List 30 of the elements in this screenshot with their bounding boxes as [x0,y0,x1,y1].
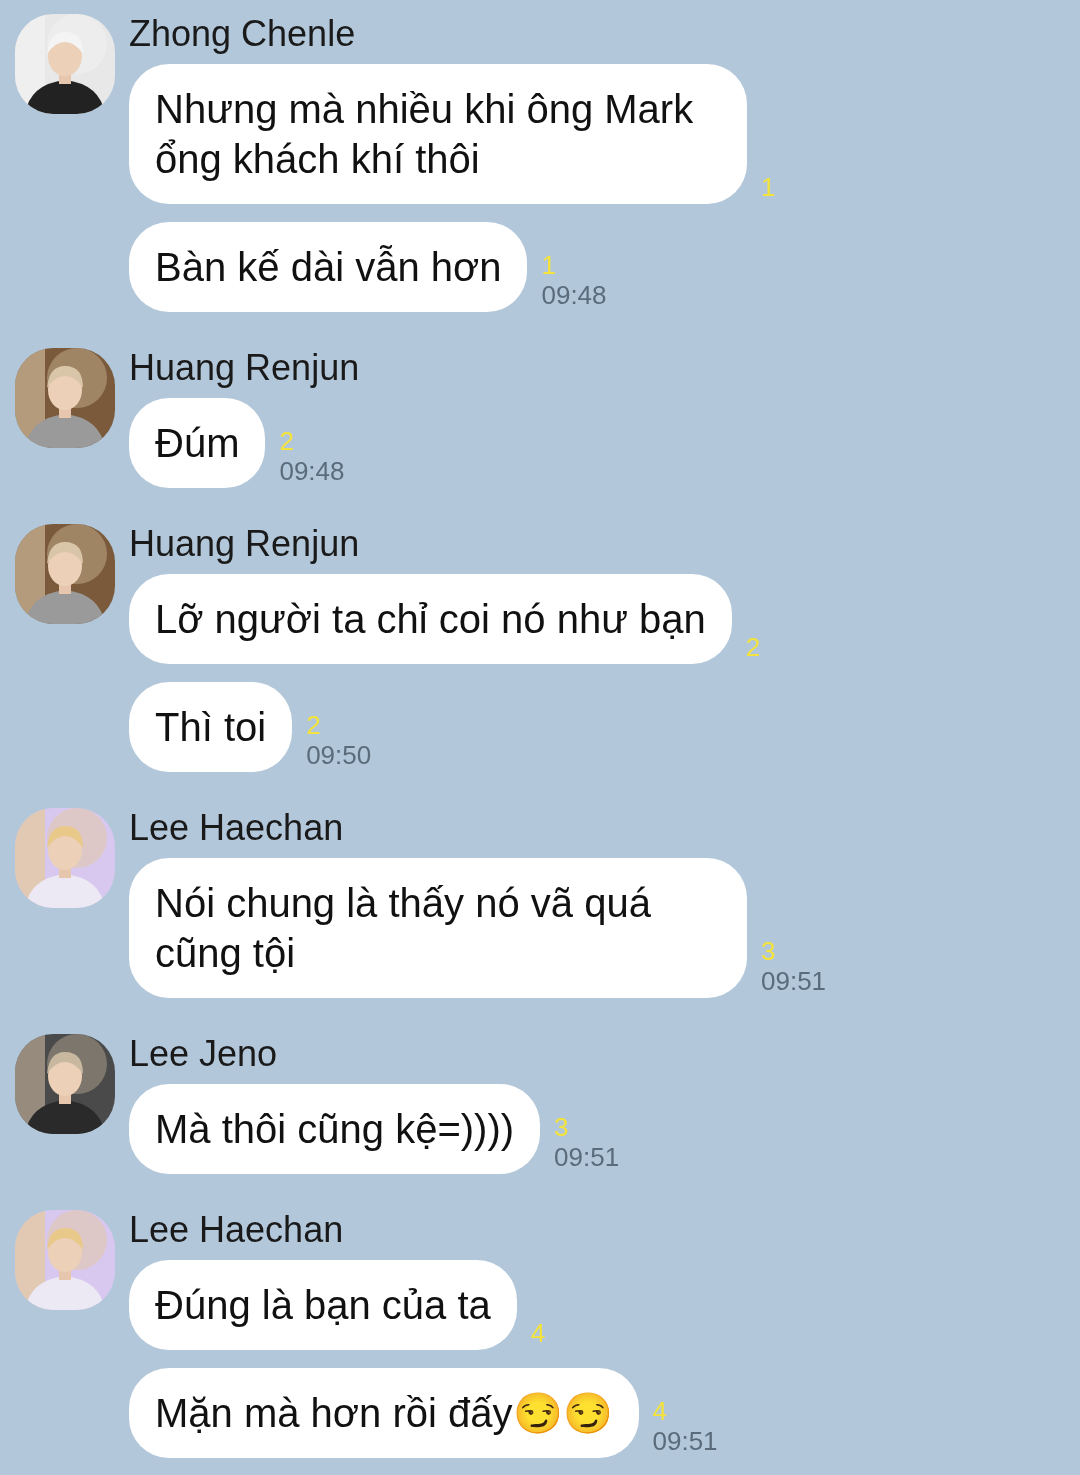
sender-name: Lee Haechan [129,806,345,850]
message-time: 09:51 [652,1426,718,1456]
sender-name: Zhong Chenle [129,12,357,56]
message-time: 09:51 [554,1142,620,1172]
read-count: 2 [745,632,761,662]
message-bubble: Đúm [129,398,266,488]
sender-name: Lee Haechan [129,1208,345,1252]
sender-name: Lee Jeno [129,1032,279,1076]
message-bubble: Lỡ người ta chỉ coi nó như bạn [129,574,732,664]
message-time: 09:51 [761,966,827,996]
read-count: 1 [541,250,557,280]
read-count: 3 [554,1112,570,1142]
sender-name: Huang Renjun [129,522,361,566]
read-count: 2 [306,710,322,740]
message-bubble: Đúng là bạn của ta [129,1260,517,1350]
message-bubble: Thì toi [129,682,293,772]
sender-name: Huang Renjun [129,346,360,390]
message-bubble: Bàn kế dài vẫn hơn [129,222,528,312]
message-time: 09:48 [279,456,345,486]
read-count: 2 [279,426,295,456]
message-time: 09:48 [541,280,607,310]
read-count: 4 [530,1318,546,1348]
message-bubble: Mà thôi cũng kệ=)))) [129,1084,541,1174]
message-bubble: Nhưng mà nhiều khi ông Mark ổng khách khí thôi [129,64,747,204]
message-time: 09:50 [306,740,372,770]
message-bubble: Mặn mà hơn rồi đấy😏😏 [129,1368,639,1458]
read-count: 1 [761,172,776,202]
read-count: 3 [761,936,777,966]
message-bubble: Nói chung là thấy nó vã quá cũng tội [129,858,747,998]
read-count: 4 [652,1396,668,1426]
